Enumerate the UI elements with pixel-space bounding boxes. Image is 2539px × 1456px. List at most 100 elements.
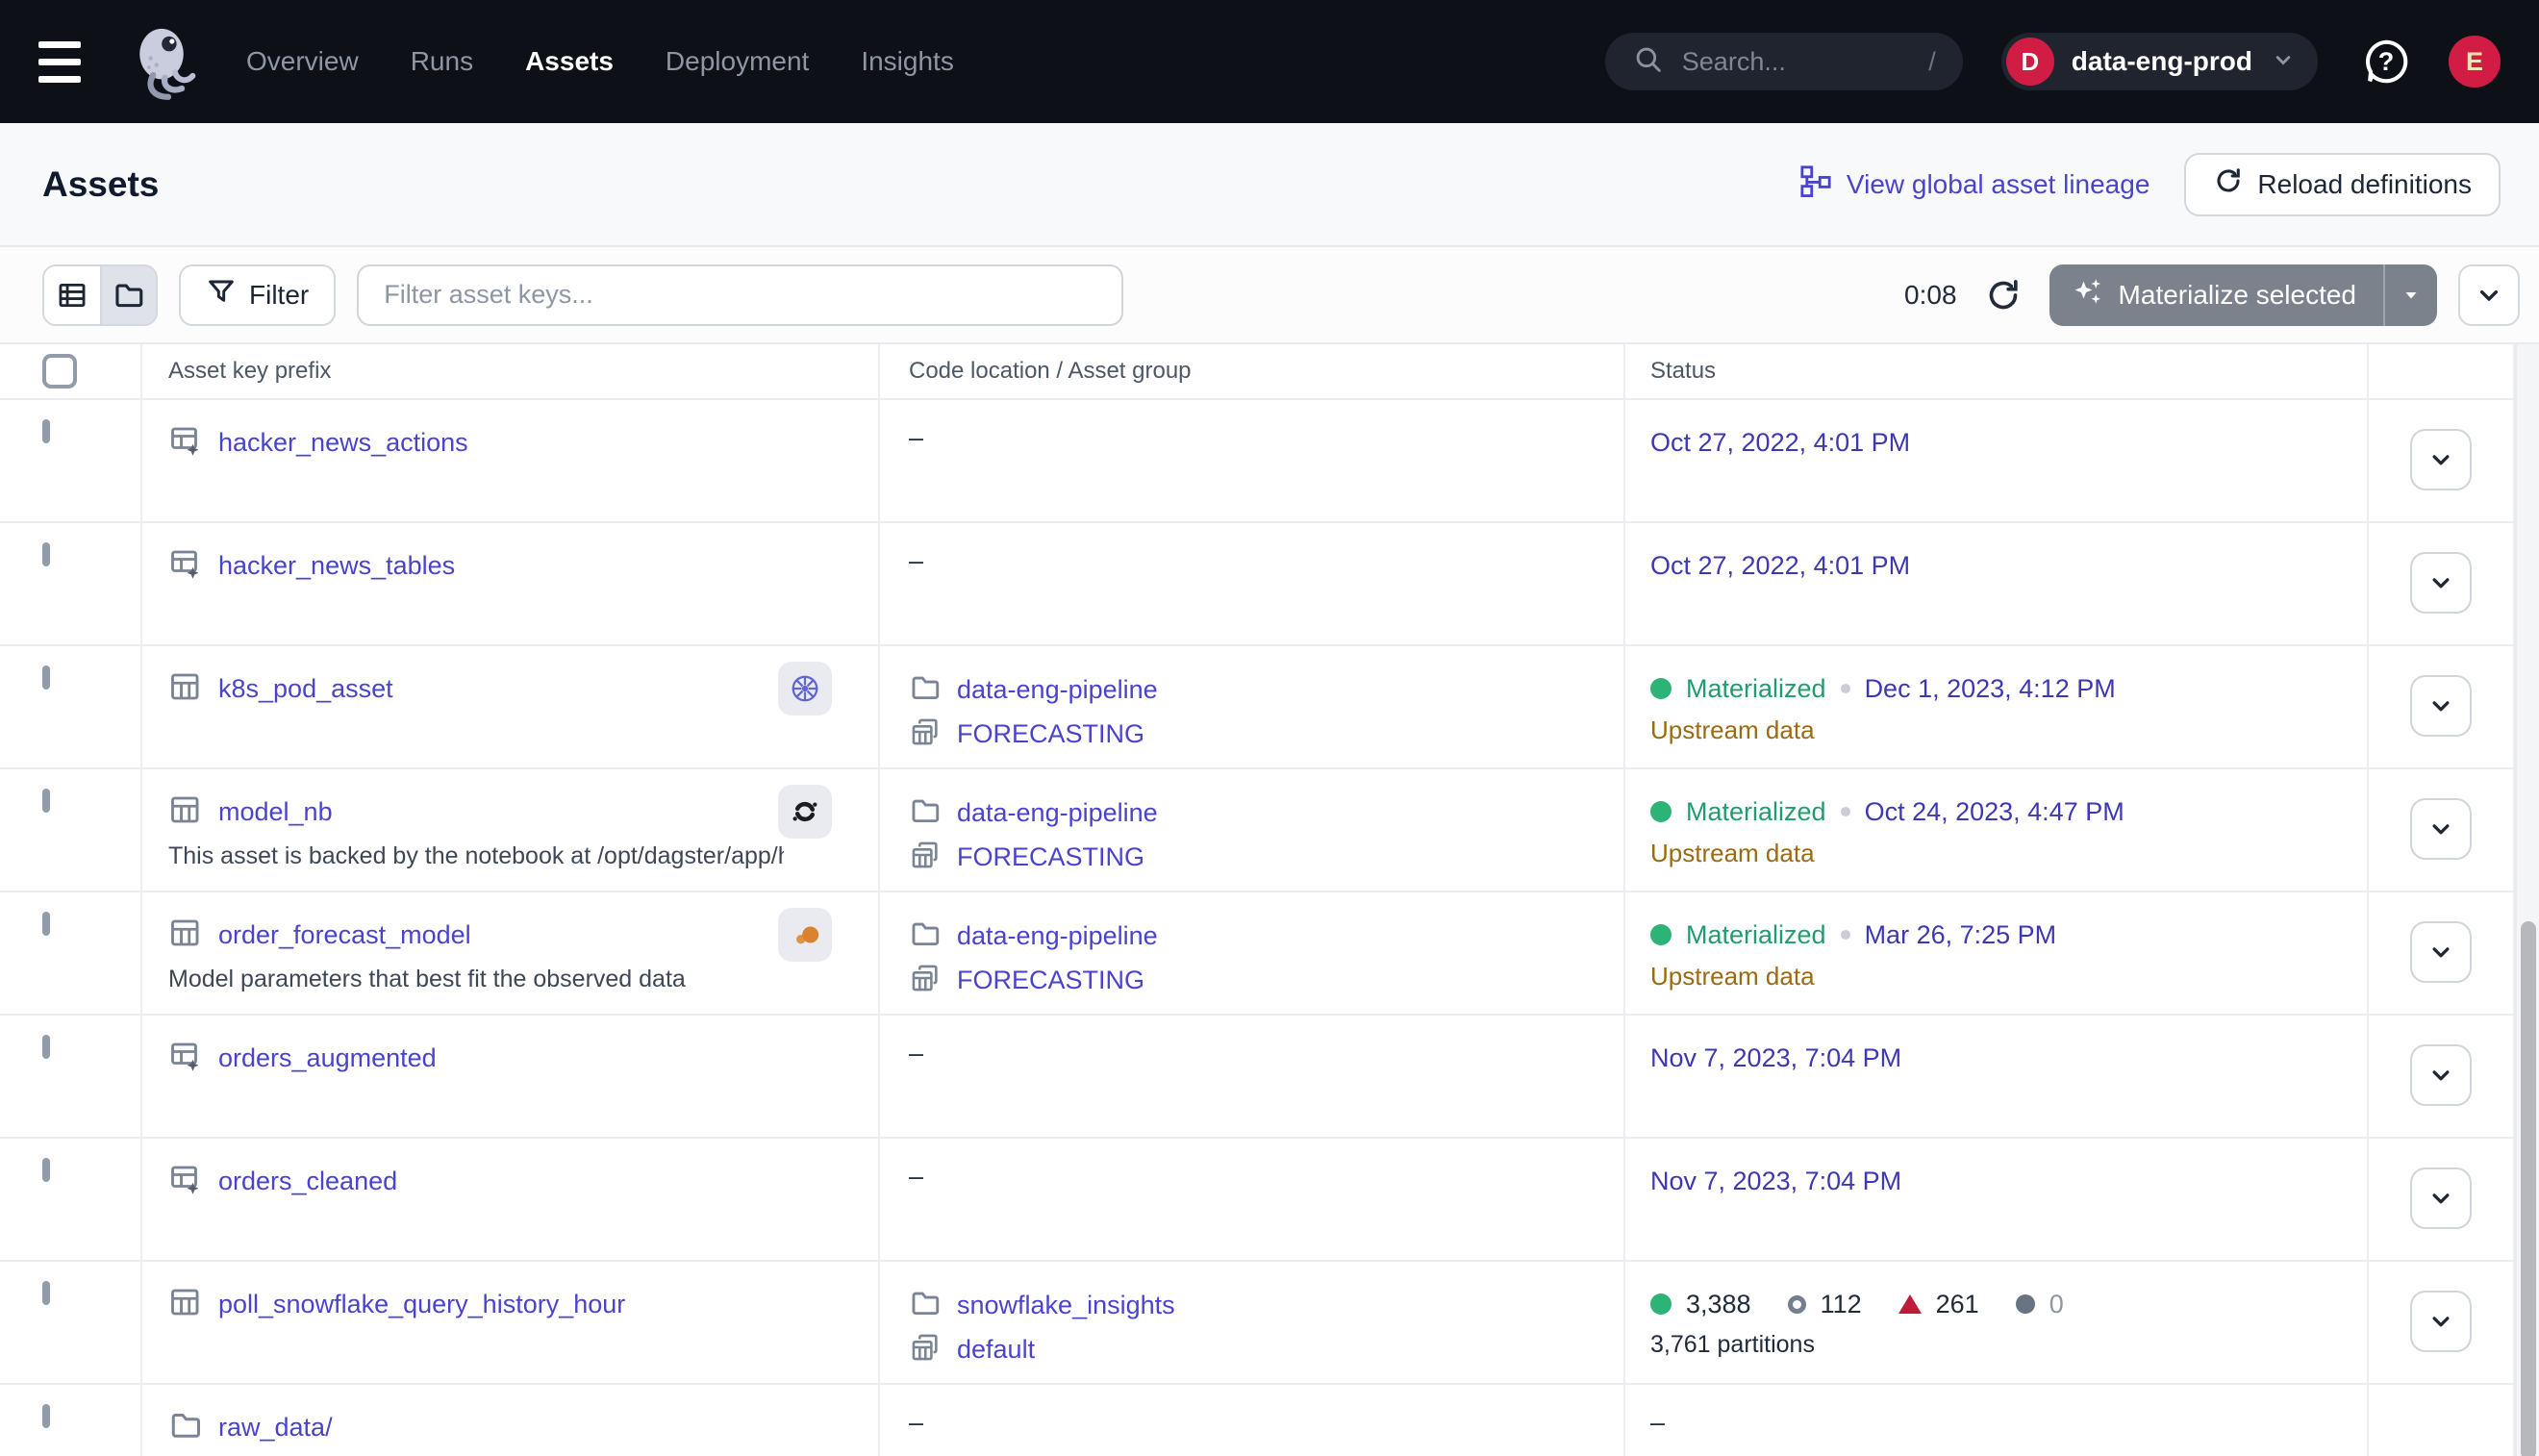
- nav-item-insights[interactable]: Insights: [861, 46, 954, 77]
- code-location-link[interactable]: data-eng-pipeline: [957, 798, 1158, 828]
- dagster-logo[interactable]: [121, 21, 202, 102]
- column-header-status: Status: [1625, 344, 2369, 398]
- table-row: poll_snowflake_query_history_hour snowfl…: [0, 1262, 2539, 1385]
- folder-icon: [909, 1287, 942, 1324]
- row-checkbox[interactable]: [42, 419, 50, 443]
- nav-item-deployment[interactable]: Deployment: [666, 46, 809, 77]
- column-header-location: Code location / Asset group: [880, 344, 1625, 398]
- toolbar-collapse-button[interactable]: [2458, 264, 2520, 326]
- separator-dot: [1841, 807, 1850, 816]
- row-expand-button[interactable]: [2410, 1291, 2472, 1352]
- view-global-asset-lineage-link[interactable]: View global asset lineage: [1799, 164, 2149, 204]
- asset-link[interactable]: k8s_pod_asset: [218, 674, 393, 704]
- select-all-checkbox[interactable]: [42, 354, 77, 389]
- table-row: raw_data/ – –: [0, 1385, 2539, 1456]
- table-row: hacker_news_tables – Oct 27, 2022, 4:01 …: [0, 523, 2539, 646]
- materialize-selected-button[interactable]: Materialize selected: [2049, 264, 2383, 326]
- user-avatar[interactable]: E: [2449, 36, 2501, 88]
- materialized-label: Materialized: [1686, 674, 1826, 704]
- row-checkbox[interactable]: [42, 1035, 50, 1059]
- folder-view-toggle[interactable]: [100, 266, 156, 324]
- global-search[interactable]: Search... /: [1605, 33, 1963, 90]
- top-nav: Overview Runs Assets Deployment Insights…: [0, 0, 2539, 123]
- nav-item-assets[interactable]: Assets: [525, 46, 614, 77]
- asset-group-icon: [909, 715, 942, 753]
- row-checkbox[interactable]: [42, 1404, 50, 1428]
- asset-group-link[interactable]: FORECASTING: [957, 719, 1144, 749]
- search-shortcut: /: [1928, 47, 1936, 77]
- code-location-link[interactable]: snowflake_insights: [957, 1291, 1175, 1320]
- deployment-switcher[interactable]: D data-eng-prod: [2001, 33, 2318, 90]
- chevron-down-icon: [2270, 46, 2297, 78]
- row-checkbox[interactable]: [42, 542, 50, 566]
- filter-button[interactable]: Filter: [179, 264, 336, 326]
- materialization-date-link[interactable]: Dec 1, 2023, 4:12 PM: [1865, 674, 2116, 704]
- materialization-date-link[interactable]: Nov 7, 2023, 7:04 PM: [1650, 1043, 1901, 1073]
- row-checkbox[interactable]: [42, 789, 50, 813]
- missing-partitions-dot: [2016, 1294, 2035, 1314]
- asset-description: This asset is backed by the notebook at …: [168, 842, 784, 870]
- assets-toolbar: Filter 0:08 Materialize selected: [0, 247, 2539, 342]
- asset-link[interactable]: hacker_news_tables: [218, 551, 455, 581]
- materialized-status-dot: [1650, 801, 1672, 822]
- row-expand-button[interactable]: [2410, 675, 2472, 737]
- observed-partitions-icon: [1788, 1295, 1806, 1314]
- table-row: orders_augmented – Nov 7, 2023, 7:04 PM: [0, 1016, 2539, 1139]
- folder-icon: [909, 917, 942, 955]
- nav-item-runs[interactable]: Runs: [411, 46, 473, 77]
- row-checkbox[interactable]: [42, 1158, 50, 1182]
- page-header: Assets View global asset lineage Reload …: [0, 123, 2539, 247]
- materialize-split-button: Materialize selected: [2049, 264, 2437, 326]
- menu-icon[interactable]: [38, 31, 100, 92]
- asset-table-icon: [168, 1285, 203, 1324]
- asset-folder-link[interactable]: raw_data/: [218, 1413, 333, 1443]
- row-expand-button[interactable]: [2410, 1167, 2472, 1229]
- asset-link[interactable]: order_forecast_model: [218, 920, 471, 950]
- asset-link[interactable]: orders_cleaned: [218, 1167, 397, 1196]
- no-location: –: [909, 546, 923, 575]
- model-badge-icon: [778, 908, 832, 962]
- asset-group-link[interactable]: FORECASTING: [957, 966, 1144, 995]
- row-checkbox[interactable]: [42, 912, 50, 936]
- filter-asset-keys-input[interactable]: [357, 264, 1123, 326]
- table-row: model_nb This asset is backed by the not…: [0, 769, 2539, 892]
- failed-partitions-icon: [1898, 1294, 1922, 1314]
- row-expand-button[interactable]: [2410, 552, 2472, 614]
- row-expand-button[interactable]: [2410, 1044, 2472, 1106]
- no-location: –: [909, 423, 923, 452]
- materialization-date-link[interactable]: Nov 7, 2023, 7:04 PM: [1650, 1167, 1901, 1196]
- flat-view-toggle[interactable]: [44, 266, 100, 324]
- page-title: Assets: [42, 164, 159, 205]
- asset-group-icon: [909, 839, 942, 876]
- table-row: hacker_news_actions – Oct 27, 2022, 4:01…: [0, 400, 2539, 523]
- row-expand-button[interactable]: [2410, 921, 2472, 983]
- asset-link[interactable]: poll_snowflake_query_history_hour: [218, 1290, 625, 1319]
- folder-icon: [168, 1408, 203, 1447]
- scrollbar-thumb[interactable]: [2521, 921, 2536, 1456]
- materialize-options-caret[interactable]: [2383, 264, 2437, 326]
- row-checkbox[interactable]: [42, 665, 50, 690]
- column-header-asset: Asset key prefix: [142, 344, 880, 398]
- materialization-date-link[interactable]: Oct 27, 2022, 4:01 PM: [1650, 551, 1910, 581]
- row-expand-button[interactable]: [2410, 429, 2472, 490]
- nav-item-overview[interactable]: Overview: [246, 46, 359, 77]
- code-location-link[interactable]: data-eng-pipeline: [957, 675, 1158, 705]
- assets-table: Asset key prefix Code location / Asset g…: [0, 342, 2539, 1456]
- asset-link[interactable]: model_nb: [218, 797, 333, 827]
- deployment-name: data-eng-prod: [2072, 46, 2252, 77]
- asset-group-link[interactable]: default: [957, 1335, 1035, 1365]
- code-location-link[interactable]: data-eng-pipeline: [957, 921, 1158, 951]
- asset-link[interactable]: orders_augmented: [218, 1043, 437, 1073]
- materialization-date-link[interactable]: Mar 26, 7:25 PM: [1865, 920, 2057, 950]
- row-checkbox[interactable]: [42, 1281, 50, 1305]
- asset-link[interactable]: hacker_news_actions: [218, 428, 468, 458]
- refresh-icon[interactable]: [1978, 270, 2028, 320]
- row-expand-button[interactable]: [2410, 798, 2472, 860]
- asset-group-table-icon: [168, 546, 203, 586]
- help-icon[interactable]: ?: [2360, 36, 2412, 88]
- materialization-date-link[interactable]: Oct 24, 2023, 4:47 PM: [1865, 797, 2124, 827]
- table-row: order_forecast_model Model parameters th…: [0, 892, 2539, 1016]
- reload-definitions-button[interactable]: Reload definitions: [2184, 153, 2501, 216]
- asset-group-link[interactable]: FORECASTING: [957, 842, 1144, 872]
- materialization-date-link[interactable]: Oct 27, 2022, 4:01 PM: [1650, 428, 1910, 458]
